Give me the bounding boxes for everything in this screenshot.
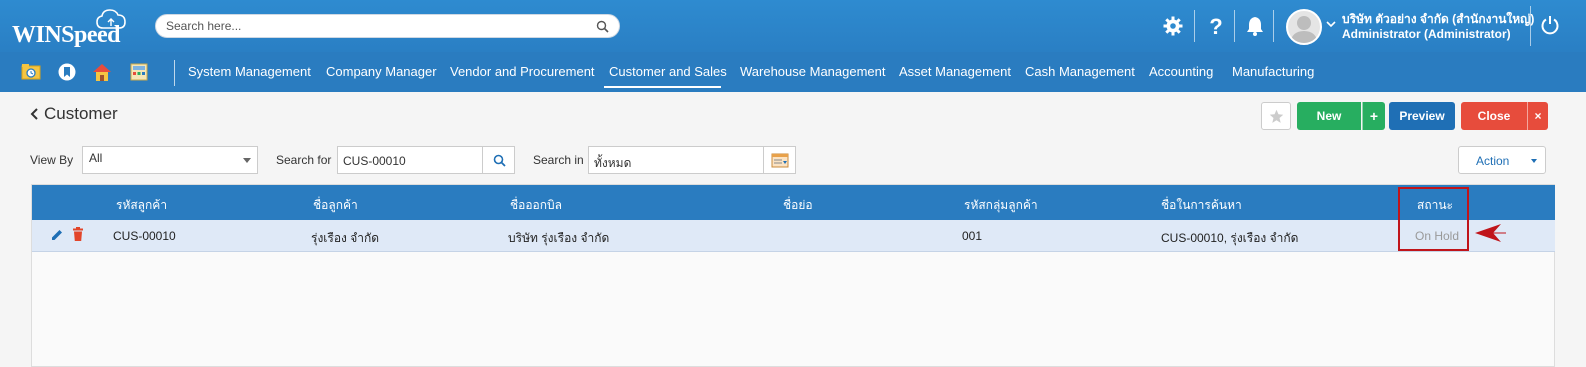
svg-text:?: ? <box>1209 15 1222 37</box>
cell-code: CUS-00010 <box>113 229 176 243</box>
nav-customer-and-sales[interactable]: Customer and Sales <box>609 64 727 79</box>
search-for-button[interactable] <box>482 146 515 174</box>
search-icon <box>493 154 506 167</box>
action-label: Action <box>1476 154 1510 168</box>
help-icon[interactable]: ? <box>1207 15 1225 37</box>
list-picker-icon <box>771 153 789 168</box>
nav-warehouse-management[interactable]: Warehouse Management <box>740 64 886 79</box>
active-tab-indicator <box>604 86 721 88</box>
cell-search-name: CUS-00010, รุ่งเรือง จำกัด <box>1161 231 1299 245</box>
search-for-value: CUS-00010 <box>343 154 406 168</box>
nav-asset-management[interactable]: Asset Management <box>899 64 1011 79</box>
search-in-picker-button[interactable] <box>763 146 796 174</box>
folder-clock-icon[interactable] <box>21 62 41 82</box>
logo-text: WINSpeed <box>12 22 121 48</box>
divider <box>1273 10 1274 42</box>
search-for-label: Search for <box>276 153 332 167</box>
pointer-arrow-icon <box>1475 224 1506 242</box>
winspeed-logo[interactable]: WINSpeed <box>12 8 137 48</box>
divider <box>1530 6 1531 46</box>
search-in-label: Search in <box>533 153 584 167</box>
nav-accounting[interactable]: Accounting <box>1149 64 1213 79</box>
top-bar: WINSpeed ? <box>0 0 1586 52</box>
new-button[interactable]: New <box>1297 102 1361 130</box>
star-icon <box>1269 109 1284 123</box>
main-nav: System Management Company Manager Vendor… <box>0 52 1586 92</box>
column-header-code[interactable]: รหัสลูกค้า <box>116 196 167 215</box>
chevron-down-icon[interactable] <box>1326 20 1336 28</box>
home-icon[interactable] <box>92 62 112 82</box>
column-header-bill-name[interactable]: ชื่อออกบิล <box>510 196 562 215</box>
nav-cash-management[interactable]: Cash Management <box>1025 64 1135 79</box>
cell-group-code: 001 <box>962 229 983 243</box>
column-header-search-name[interactable]: ชื่อในการค้นหา <box>1161 196 1242 215</box>
delete-icon[interactable] <box>72 227 84 242</box>
nav-manufacturing[interactable]: Manufacturing <box>1232 64 1314 79</box>
search-in-value: ทั้งหมด <box>594 156 632 170</box>
divider <box>1234 10 1235 42</box>
search-in-input[interactable]: ทั้งหมด <box>588 146 764 174</box>
close-button[interactable]: Close <box>1461 102 1527 130</box>
back-chevron-icon[interactable] <box>30 107 40 121</box>
user-icon <box>1290 16 1318 43</box>
view-by-value: All <box>89 151 103 165</box>
divider <box>1194 10 1195 42</box>
nav-system-management[interactable]: System Management <box>188 64 311 79</box>
view-by-label: View By <box>30 153 74 167</box>
power-icon[interactable] <box>1540 15 1560 35</box>
calculator-icon[interactable] <box>129 62 149 82</box>
table-row[interactable]: CUS-00010 รุ่งเรือง จำกัด บริษัท รุ่งเรื… <box>32 220 1555 252</box>
nav-company-manager[interactable]: Company Manager <box>326 64 437 79</box>
gear-icon[interactable] <box>1163 16 1183 36</box>
search-for-input[interactable]: CUS-00010 <box>337 146 483 174</box>
new-dropdown-button[interactable]: + <box>1362 102 1385 130</box>
caret-down-icon <box>1531 159 1537 163</box>
column-header-group-code[interactable]: รหัสกลุ่มลูกค้า <box>964 196 1038 215</box>
global-search-input[interactable] <box>166 15 586 37</box>
divider <box>174 60 175 86</box>
column-header-short-name[interactable]: ชื่อย่อ <box>783 196 813 215</box>
preview-button[interactable]: Preview <box>1389 102 1455 130</box>
avatar[interactable] <box>1286 9 1322 45</box>
favorite-button[interactable] <box>1261 102 1291 130</box>
nav-vendor-and-procurement[interactable]: Vendor and Procurement <box>450 64 595 79</box>
global-search[interactable] <box>155 14 620 38</box>
page-title: Customer <box>44 104 118 123</box>
bookmark-icon[interactable] <box>57 62 77 82</box>
view-by-select[interactable]: All <box>82 146 258 174</box>
action-button[interactable]: Action <box>1458 146 1546 174</box>
cell-bill-name: บริษัท รุ่งเรือง จำกัด <box>508 231 610 245</box>
grid-header: รหัสลูกค้า ชื่อลูกค้า ชื่อออกบิล ชื่อย่อ… <box>32 185 1555 220</box>
caret-down-icon <box>243 158 251 163</box>
search-icon[interactable] <box>596 20 609 33</box>
customer-grid: รหัสลูกค้า ชื่อลูกค้า ชื่อออกบิล ชื่อย่อ… <box>31 184 1555 367</box>
close-x-button[interactable]: × <box>1527 102 1548 130</box>
edit-icon[interactable] <box>50 228 64 242</box>
cell-name: รุ่งเรือง จำกัด <box>311 231 380 245</box>
user-role: Administrator (Administrator) <box>1342 27 1511 41</box>
status-highlight-box <box>1398 187 1469 251</box>
bell-icon[interactable] <box>1246 16 1264 36</box>
column-header-name[interactable]: ชื่อลูกค้า <box>313 196 358 215</box>
